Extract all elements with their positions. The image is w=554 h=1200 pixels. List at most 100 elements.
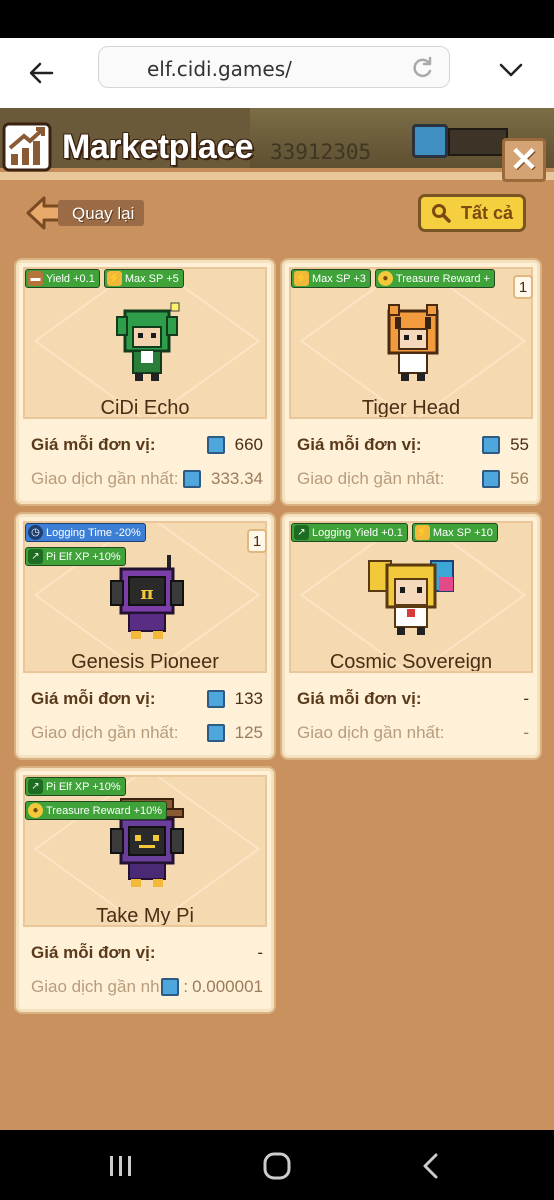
- item-card-take-my-pi[interactable]: Take My Pi ↗ Pi Elf XP +10% ● Treasure Rew…: [16, 768, 274, 1012]
- last-trade-label: Giao dịch gần nhất:: [297, 723, 445, 742]
- badge: ● Treasure Reward +: [374, 269, 495, 288]
- badge-label: Logging Yield +0.1: [312, 526, 403, 539]
- item-badges: ◷ Logging Time -20% ↗ Pi Elf XP +10%: [25, 523, 146, 566]
- item-card-genesis-pioneer[interactable]: π Genesis Pioneer ◷ Logging Time -20% ↗ Pi…: [16, 514, 274, 758]
- gem-icon: [161, 978, 180, 996]
- gem-icon: [206, 436, 225, 454]
- item-badges: ↗ Pi Elf XP +10% ● Treasure Reward +10%: [25, 777, 168, 820]
- last-trade-label: Giao dịch gần nh: [31, 977, 160, 996]
- price-amount: -: [257, 943, 263, 962]
- gem-icon: [206, 724, 225, 742]
- item-name: CiDi Echo: [100, 397, 190, 419]
- item-badges: ▬ Yield +0.1 ⚡ Max SP +5: [25, 269, 184, 288]
- badge-label: Treasure Reward +: [395, 272, 490, 285]
- tiger-head-sprite-icon: [387, 304, 439, 381]
- badge-label: Yield +0.1: [46, 272, 95, 285]
- badge: ▬ Yield +0.1: [25, 269, 100, 288]
- game-viewport: 33912305 Marketplace ✕ Quay lại Tất cả C…: [0, 108, 554, 1130]
- last-trade-label: Giao dịch gần nhất:: [31, 469, 179, 488]
- search-icon: [431, 204, 451, 223]
- gem-icon: [482, 436, 501, 454]
- marketplace-chart-icon: [2, 122, 52, 172]
- back-button-label: Quay lại: [58, 200, 145, 226]
- price-value: 133: [206, 689, 263, 709]
- price-label: Giá mỗi đơn vị:: [297, 689, 422, 708]
- item-badges: ⚡ Max SP +3 ● Treasure Reward +: [291, 269, 495, 288]
- last-trade-row: Giao dịch gần nh :0.000001: [31, 977, 263, 997]
- address-bar[interactable]: elf.cidi.games/: [98, 46, 450, 88]
- item-name: Genesis Pioneer: [71, 651, 219, 673]
- svg-text:π: π: [140, 583, 153, 604]
- gem-icon: [482, 470, 501, 488]
- last-trade-amount: 56: [510, 469, 529, 488]
- item-preview: CiDi Echo: [23, 267, 267, 419]
- item-name: Tiger Head: [361, 397, 461, 419]
- panel-top-border: [0, 172, 554, 180]
- price-label: Giá mỗi đơn vị:: [31, 943, 156, 962]
- price-label: Giá mỗi đơn vị:: [31, 689, 156, 708]
- log-icon: ▬: [28, 271, 43, 286]
- item-card-tiger-head[interactable]: Tiger Head ⚡ Max SP +3 ● Treasure Reward +…: [282, 260, 540, 504]
- lightning-icon: ⚡: [414, 525, 430, 540]
- price-value: 660: [206, 435, 263, 455]
- system-back-icon[interactable]: [420, 1152, 442, 1180]
- home-icon[interactable]: [262, 1152, 292, 1180]
- badge-label: Max SP +10: [432, 526, 493, 539]
- last-trade-value: -: [523, 723, 529, 743]
- badge: ↗ Logging Yield +0.1: [291, 523, 408, 542]
- item-preview: Cosmic Sovereign: [289, 521, 533, 673]
- price-amount: 55: [510, 435, 529, 454]
- item-name: Take My Pi: [96, 905, 194, 927]
- price-value: 55: [482, 435, 529, 455]
- price-amount: 660: [234, 435, 263, 454]
- close-button[interactable]: ✕: [502, 138, 546, 182]
- badge-label: Max SP +5: [124, 272, 179, 285]
- price-amount: -: [523, 689, 529, 708]
- hud-gem-icon: [412, 124, 448, 158]
- price-row: Giá mỗi đơn vị: 133: [31, 689, 263, 709]
- page-title: Marketplace: [62, 128, 254, 166]
- genesis-pioneer-sprite-icon: π: [110, 555, 184, 639]
- price-label: Giá mỗi đơn vị:: [31, 435, 156, 454]
- system-nav-bar: [0, 1130, 554, 1200]
- last-trade-row: Giao dịch gần nhất: 333.34: [31, 469, 263, 489]
- last-trade-row: Giao dịch gần nhất: 56: [297, 469, 529, 489]
- hud-bar: [448, 128, 508, 156]
- gem-icon: [206, 690, 225, 708]
- price-value: -: [257, 943, 263, 963]
- badge: ◷ Logging Time -20%: [25, 523, 146, 542]
- coin-icon: ●: [28, 803, 43, 818]
- item-card-cidi-echo[interactable]: CiDi Echo ▬ Yield +0.1 ⚡ Max SP +5 Giá mỗi…: [16, 260, 274, 504]
- status-bar: [0, 0, 554, 38]
- price-amount: 133: [234, 689, 263, 708]
- last-trade-label: Giao dịch gần nhất:: [297, 469, 445, 488]
- last-trade-value: 56: [482, 469, 529, 489]
- item-name: Cosmic Sovereign: [329, 651, 493, 673]
- badge-label: Max SP +3: [312, 272, 366, 285]
- last-trade-amount: -: [523, 723, 529, 742]
- lightning-icon: ⚡: [294, 271, 309, 286]
- clock-icon: ◷: [28, 525, 43, 540]
- item-badges: ↗ Logging Yield +0.1 ⚡ Max SP +10: [291, 523, 498, 542]
- browser-back-icon[interactable]: [26, 58, 56, 88]
- badge: ↗ Pi Elf XP +10%: [25, 777, 126, 796]
- trend-up-icon: ↗: [28, 549, 43, 564]
- filter-all-button[interactable]: Tất cả: [418, 194, 526, 232]
- chevron-down-icon[interactable]: [497, 56, 525, 84]
- cidi-echo-sprite-icon: [116, 302, 180, 381]
- reload-icon[interactable]: [409, 55, 435, 81]
- filter-label: Tất cả: [460, 202, 514, 223]
- last-trade-amount: 0.000001: [192, 977, 263, 996]
- item-card-cosmic-sovereign[interactable]: Cosmic Sovereign ↗ Logging Yield +0.1 ⚡ Ma…: [282, 514, 540, 758]
- badge-label: Pi Elf XP +10%: [46, 780, 121, 793]
- last-trade-value: 333.34: [183, 469, 263, 489]
- hud-number: 33912305: [270, 140, 372, 164]
- last-trade-value: :0.000001: [161, 977, 263, 997]
- back-button[interactable]: Quay lại: [26, 195, 145, 231]
- recent-apps-icon[interactable]: [108, 1154, 134, 1178]
- coin-icon: ●: [377, 271, 393, 286]
- badge: ⚡ Max SP +10: [411, 523, 498, 542]
- owned-count-badge: 1: [513, 275, 533, 299]
- price-row: Giá mỗi đơn vị: -: [31, 943, 263, 963]
- badge-label: Treasure Reward +10%: [46, 804, 163, 817]
